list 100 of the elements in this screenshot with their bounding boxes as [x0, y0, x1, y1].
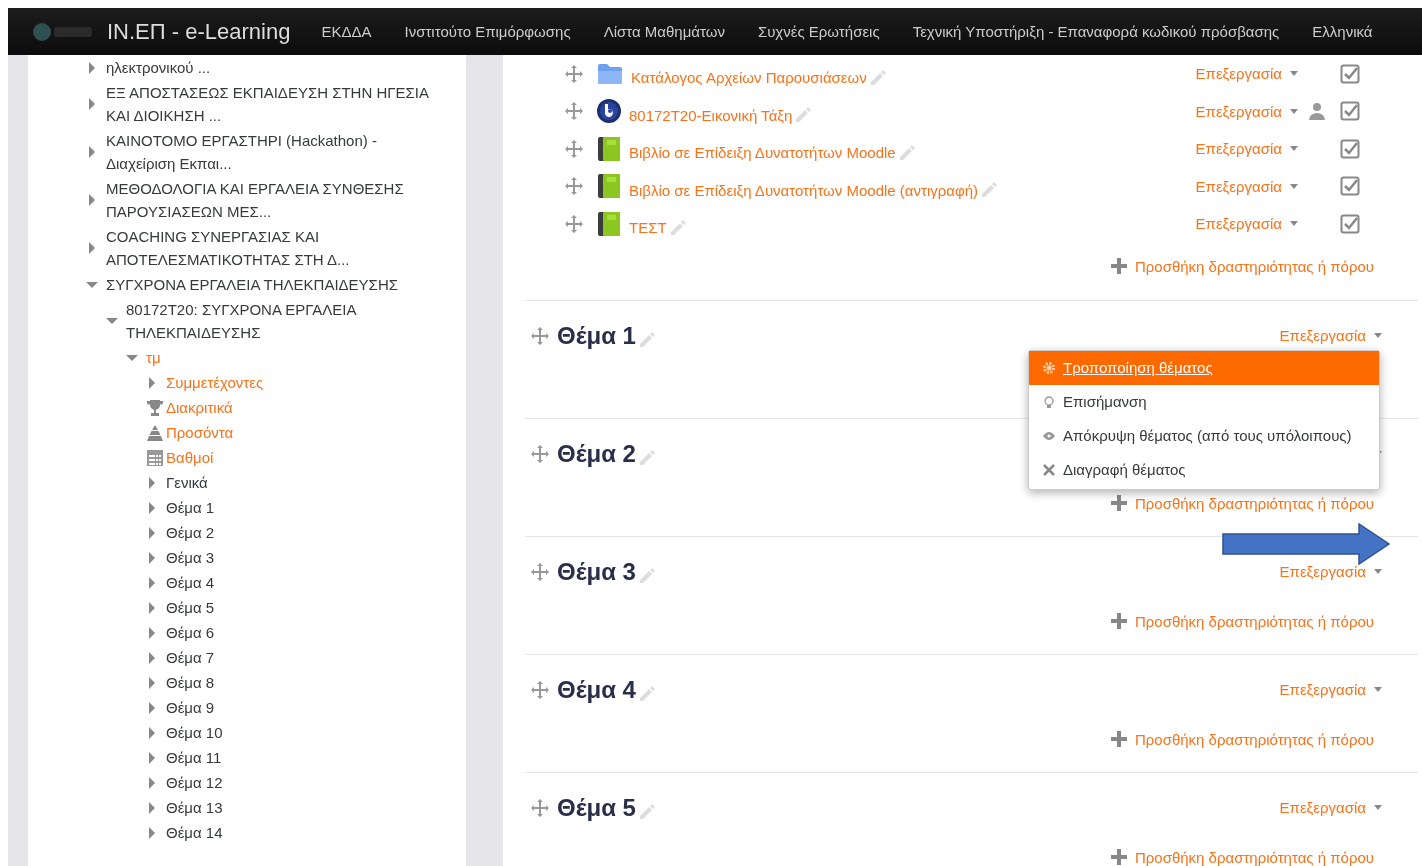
nav-link[interactable]: Συχνές Ερωτήσεις — [757, 23, 880, 40]
tree-item[interactable]: Θέμα 2 — [166, 521, 215, 544]
trophy-icon — [146, 398, 164, 417]
move-icon[interactable] — [565, 139, 583, 158]
tree-item[interactable]: Θέμα 9 — [166, 696, 215, 719]
tree-item[interactable]: Γενικά — [166, 471, 208, 494]
collapsed-arrow-icon[interactable] — [146, 626, 158, 639]
tree-item[interactable]: Θέμα 6 — [166, 621, 215, 644]
move-icon[interactable] — [565, 177, 583, 196]
tree-item[interactable]: ΜΕΘΟΔΟΛΟΓΙΑ ΚΑΙ ΕΡΓΑΛΕΙΑ ΣΥΝΘΕΣΗΣ ΠΑΡΟΥΣΙΑΣΕΩΝ ΜΕΣ... — [106, 177, 432, 223]
move-icon[interactable] — [531, 798, 549, 817]
collapsed-arrow-icon[interactable] — [86, 242, 98, 254]
collapsed-arrow-icon[interactable] — [86, 146, 98, 158]
move-icon[interactable] — [565, 102, 583, 121]
collapsed-arrow-icon[interactable] — [146, 601, 158, 614]
caret-icon — [1374, 687, 1382, 692]
caret-icon — [1290, 183, 1298, 189]
collapsed-arrow-icon[interactable] — [86, 61, 98, 74]
tree-item[interactable]: ΣΥΓΧΡΟΝΑ ΕΡΓΑΛΕΙΑ ΤΗΛΕΚΠΑΙΔΕΥΣΗΣ — [106, 273, 398, 296]
lightbulb-icon — [1043, 395, 1055, 408]
checked-checkbox[interactable] — [1340, 213, 1360, 234]
tree-item[interactable]: ΕΞ ΑΠΟΣΤΑΣΕΩΣ ΕΚΠΑΙΔΕΥΣΗ ΣΤΗΝ ΗΓΕΣΙΑ ΚΑΙ ΔΙΟΙΚΗΣΗ ... — [106, 81, 432, 127]
move-icon[interactable] — [531, 444, 549, 463]
eye-icon — [1043, 431, 1055, 440]
caret-icon — [1374, 805, 1382, 810]
collapsed-arrow-icon[interactable] — [146, 801, 158, 814]
checked-checkbox[interactable] — [1340, 138, 1360, 159]
tree-item[interactable]: Θέμα 12 — [166, 771, 223, 794]
tree-item[interactable]: 80172T20: ΣΥΓΧΡΟΝΑ ΕΡΓΑΛΕΙΑ ΤΗΛΕΚΠΑΙΔΕΥΣΗΣ — [126, 298, 452, 344]
tree-item[interactable]: Θέμα 14 — [166, 821, 223, 844]
move-icon[interactable] — [531, 562, 549, 581]
section-title: Θέμα 5 — [557, 793, 636, 822]
collapsed-arrow-icon[interactable] — [146, 476, 158, 489]
tree-item[interactable]: Θέμα 3 — [166, 546, 215, 569]
tree-item[interactable]: Θέμα 11 — [166, 746, 222, 769]
move-icon[interactable] — [565, 64, 583, 83]
book-icon — [597, 173, 621, 200]
caret-icon — [1290, 71, 1298, 77]
tree-item[interactable]: Θέμα 4 — [166, 571, 215, 594]
b-logo-icon — [597, 99, 621, 124]
caret-icon — [1290, 108, 1298, 114]
collapsed-arrow-icon[interactable] — [146, 676, 158, 689]
collapsed-arrow-icon[interactable] — [146, 701, 158, 714]
tree-item[interactable]: Θέμα 5 — [166, 596, 215, 619]
menu-item[interactable]: Απόκρυψη θέματος (από τους υπόλοιπους) — [1029, 418, 1379, 453]
section-title: Θέμα 3 — [557, 557, 636, 586]
collapsed-arrow-icon[interactable] — [146, 526, 158, 539]
collapsed-arrow-icon[interactable] — [146, 551, 158, 564]
tree-item[interactable]: Θέμα 13 — [166, 796, 223, 819]
table-icon — [146, 448, 164, 467]
collapsed-arrow-icon[interactable] — [146, 726, 158, 739]
tree-item[interactable]: Θέμα 10 — [166, 721, 223, 744]
site-title[interactable]: ΙΝ.ΕΠ - e-Learning — [107, 18, 291, 45]
nav-link[interactable]: Ινστιτούτο Επιμόρφωσης — [404, 23, 571, 40]
section-title: Θέμα 2 — [557, 439, 636, 468]
collapsed-arrow-icon[interactable] — [146, 651, 158, 664]
nav-link[interactable]: ΕΚΔΔΑ — [321, 23, 372, 40]
nav-link[interactable]: Τεχνική Υποστήριξη - Επαναφορά κωδικού πρόσβασης — [912, 23, 1280, 40]
collapsed-arrow-icon[interactable] — [146, 751, 158, 764]
collapsed-arrow-icon[interactable] — [146, 776, 158, 789]
move-icon[interactable] — [531, 326, 549, 345]
section-title: Θέμα 4 — [557, 675, 636, 704]
gear-icon — [1043, 361, 1055, 374]
menu-item[interactable]: Επισήμανση — [1029, 384, 1379, 419]
section-title: Θέμα 1 — [557, 321, 636, 350]
pyramid-icon — [146, 423, 164, 442]
checked-checkbox[interactable] — [1340, 101, 1360, 122]
plus-icon — [1110, 731, 1127, 747]
collapsed-arrow-icon[interactable] — [146, 501, 158, 514]
expanded-arrow-icon[interactable] — [106, 315, 118, 327]
tree-item[interactable]: ΚΑΙΝΟΤΟΜΟ ΕΡΓΑΣΤΗΡΙ (Hackathon) - Διαχείριση Εκπαι... — [106, 129, 432, 175]
collapsed-arrow-icon[interactable] — [146, 376, 158, 389]
collapsed-arrow-icon[interactable] — [146, 576, 158, 589]
folder-icon — [597, 62, 623, 85]
move-icon[interactable] — [531, 680, 549, 699]
caret-icon — [1290, 221, 1298, 227]
collapsed-arrow-icon[interactable] — [146, 826, 158, 839]
plus-icon — [1110, 495, 1127, 511]
close-icon — [1043, 463, 1055, 476]
book-icon — [597, 210, 621, 237]
book-icon — [597, 135, 621, 162]
checked-checkbox[interactable] — [1340, 176, 1360, 197]
move-icon[interactable] — [565, 214, 583, 233]
nav-link[interactable]: Ελληνικά — [1312, 23, 1373, 40]
collapsed-arrow-icon[interactable] — [86, 98, 98, 110]
person-icon[interactable] — [1308, 102, 1326, 121]
tree-item[interactable]: ηλεκτρονικού ... — [106, 56, 211, 79]
plus-icon — [1110, 849, 1127, 865]
menu-item[interactable]: Διαγραφή θέματος — [1029, 452, 1379, 487]
nav-link[interactable]: Λίστα Μαθημάτων — [603, 23, 725, 40]
caret-icon — [1374, 333, 1382, 338]
caret-icon — [1374, 569, 1382, 574]
tree-item[interactable]: COACHING ΣΥΝΕΡΓΑΣΙΑΣ ΚΑΙ ΑΠΟΤΕΛΕΣΜΑΤΙΚΟΤΗΤΑΣ ΣΤΗ Δ... — [106, 225, 432, 271]
tree-item[interactable]: Θέμα 7 — [166, 646, 215, 669]
tree-item[interactable]: Θέμα 1 — [166, 496, 215, 519]
collapsed-arrow-icon[interactable] — [86, 194, 98, 206]
plus-icon — [1110, 258, 1127, 274]
plus-icon — [1110, 613, 1127, 629]
tree-item[interactable]: Θέμα 8 — [166, 671, 215, 694]
checked-checkbox[interactable] — [1340, 63, 1360, 84]
